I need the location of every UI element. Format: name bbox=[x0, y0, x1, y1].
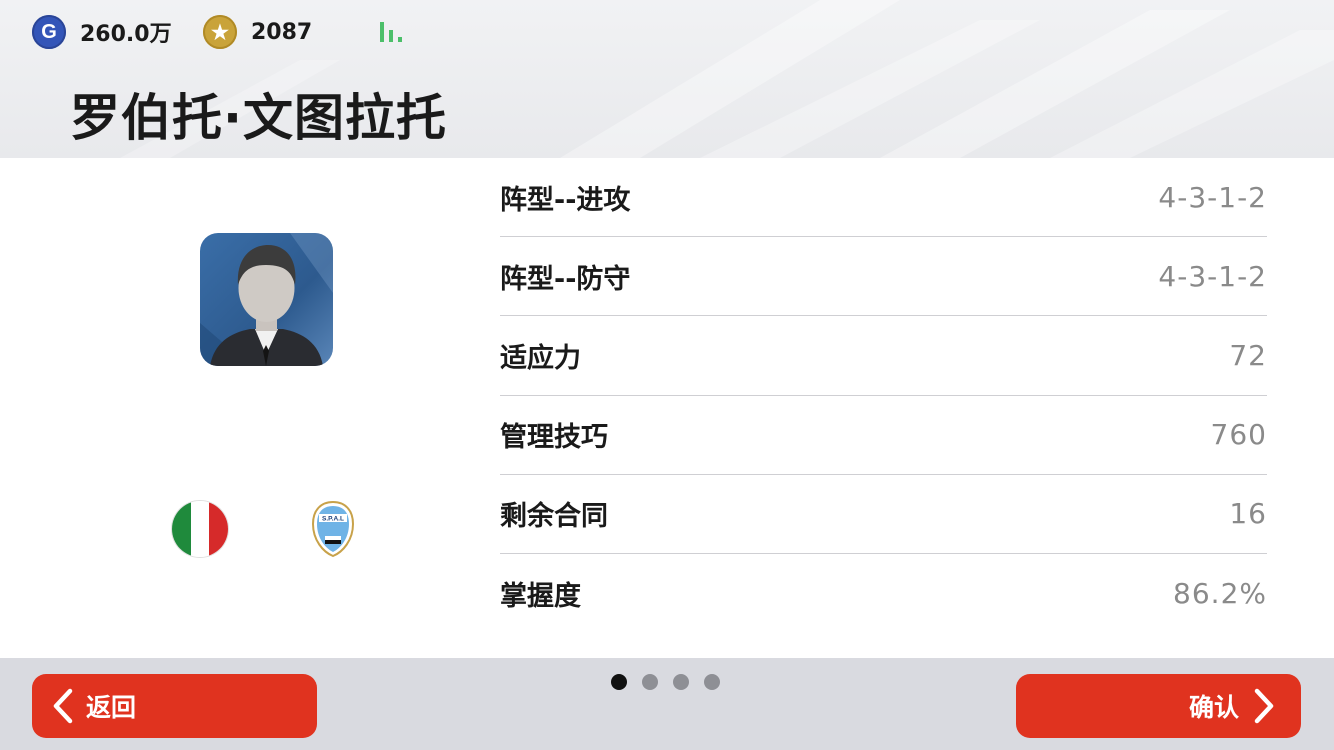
page-title: 罗伯托·文图拉托 bbox=[70, 89, 447, 147]
page-indicator bbox=[611, 674, 720, 690]
chevron-right-icon bbox=[1254, 688, 1274, 724]
spal-club-badge-icon: S.P.A.L bbox=[311, 500, 355, 558]
stat-value: 72 bbox=[1229, 338, 1267, 372]
stat-label: 管理技巧 bbox=[500, 422, 608, 454]
stat-value: 760 bbox=[1210, 418, 1267, 452]
stat-row-adaptability: 适应力 72 bbox=[500, 316, 1267, 396]
svg-text:S.P.A.L: S.P.A.L bbox=[322, 516, 344, 523]
confirm-button[interactable]: 确认 bbox=[1016, 674, 1301, 738]
footer-bar: 返回 确认 bbox=[0, 658, 1334, 750]
coin-balance: ★ 2087 bbox=[203, 14, 312, 50]
stat-row-management-skill: 管理技巧 760 bbox=[500, 396, 1267, 475]
stat-label: 剩余合同 bbox=[500, 501, 608, 533]
page-dot-active[interactable] bbox=[611, 674, 627, 690]
back-button-label: 返回 bbox=[86, 693, 137, 722]
coin-balance-value: 2087 bbox=[251, 19, 313, 45]
gp-balance-value: 260.0万 bbox=[80, 22, 172, 47]
stat-row-attack-formation: 阵型--进攻 4-3-1-2 bbox=[500, 158, 1267, 238]
page-dot[interactable] bbox=[704, 674, 720, 690]
italy-flag-icon bbox=[172, 501, 228, 557]
manager-stats-table: 阵型--进攻 4-3-1-2 阵型--防守 4-3-1-2 适应力 72 管理技… bbox=[500, 158, 1267, 633]
stat-label: 适应力 bbox=[500, 342, 581, 374]
stat-value: 16 bbox=[1229, 497, 1267, 531]
signal-bars-icon bbox=[380, 22, 402, 42]
page-dot[interactable] bbox=[642, 674, 658, 690]
confirm-button-label: 确认 bbox=[1188, 693, 1239, 722]
gp-balance: G 260.0万 bbox=[32, 14, 172, 50]
manager-avatar-icon bbox=[200, 233, 333, 366]
stat-value: 86.2% bbox=[1173, 577, 1267, 611]
header: G 260.0万 ★ 2087 罗伯托·文图拉托 bbox=[0, 0, 1334, 158]
stat-value: 4-3-1-2 bbox=[1158, 180, 1267, 214]
stat-row-proficiency: 掌握度 86.2% bbox=[500, 554, 1267, 633]
stat-label: 阵型--防守 bbox=[500, 263, 631, 295]
gp-coin-icon: G bbox=[32, 15, 66, 49]
stat-row-defense-formation: 阵型--防守 4-3-1-2 bbox=[500, 237, 1267, 317]
stat-row-remaining-contract: 剩余合同 16 bbox=[500, 475, 1267, 554]
page-dot[interactable] bbox=[673, 674, 689, 690]
stat-label: 掌握度 bbox=[500, 581, 581, 613]
chevron-left-icon bbox=[53, 688, 73, 724]
stat-label: 阵型--进攻 bbox=[500, 184, 631, 216]
back-button[interactable]: 返回 bbox=[32, 674, 317, 738]
star-coin-icon: ★ bbox=[203, 15, 237, 49]
stat-value: 4-3-1-2 bbox=[1158, 259, 1267, 293]
